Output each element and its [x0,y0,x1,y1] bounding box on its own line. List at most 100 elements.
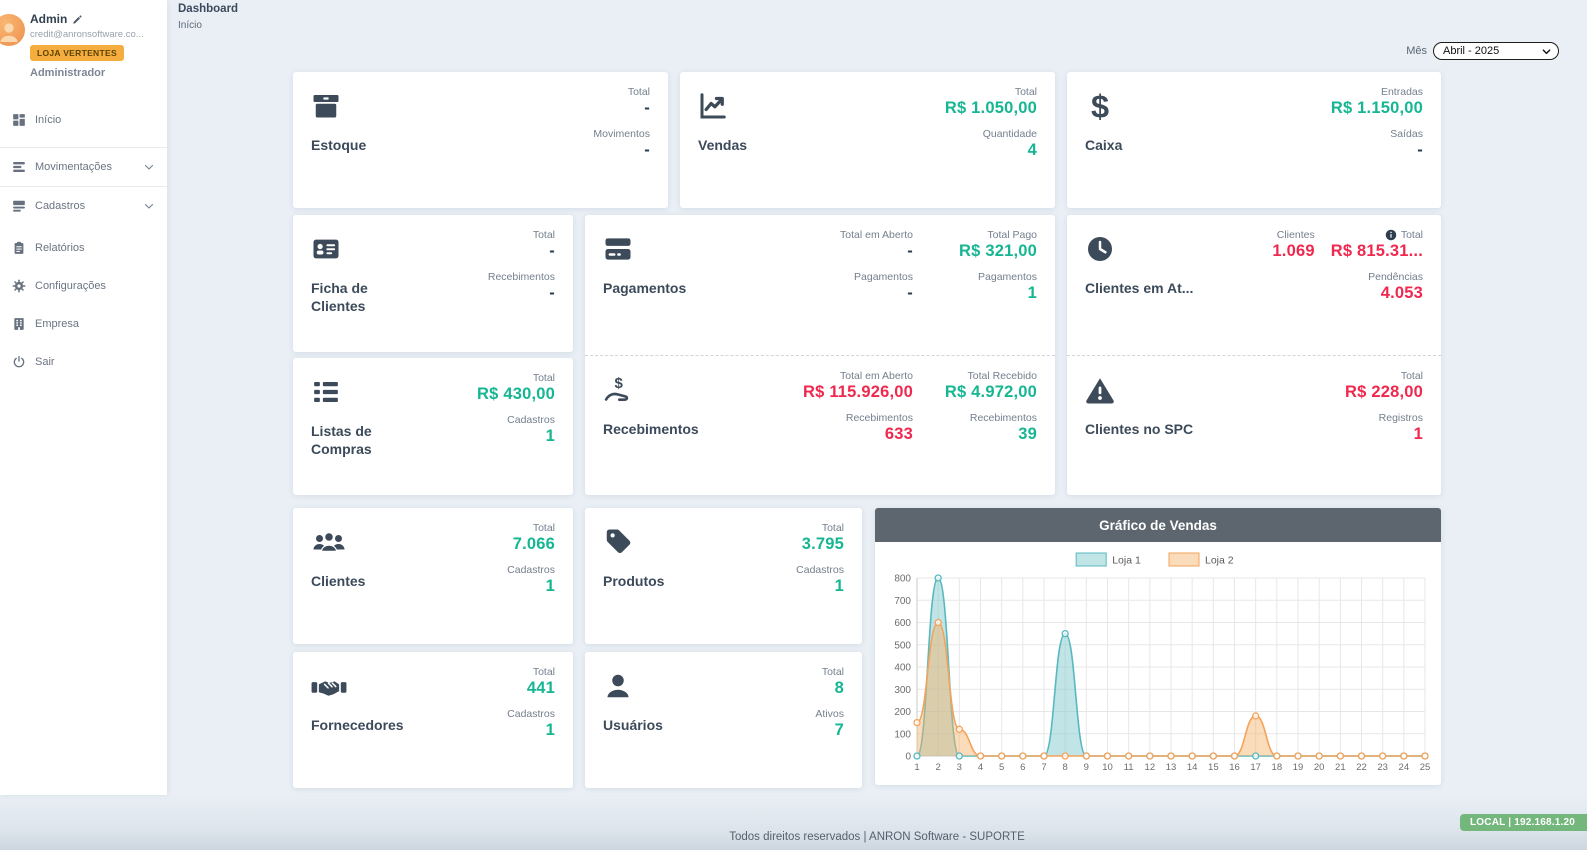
user-icon [0,19,21,45]
stat: Quantidade4 [983,128,1037,160]
sales-chart: 0100200300400500600700800123456789101112… [883,548,1433,785]
svg-text:2: 2 [936,762,941,773]
stat: TotalR$ 430,00 [477,372,555,404]
svg-text:Loja 1: Loja 1 [1112,555,1141,567]
pencil-icon[interactable] [72,14,83,25]
sidebar-group: Movimentações Cadastros [0,147,167,225]
info-icon[interactable] [1385,229,1397,241]
svg-text:800: 800 [894,574,911,585]
card-title: Listas de Compras [311,422,381,458]
sidebar-item-movimentacoes[interactable]: Movimentações [0,148,167,187]
card-title: Pagamentos [603,279,686,297]
section-recebimentos: $ Recebimentos Total em AbertoR$ 115.926… [585,355,1055,495]
user-name: Admin [30,12,159,26]
stat: Registros1 [1379,412,1423,444]
credit-card-icon [603,234,633,264]
card-title: Fornecedores [311,716,404,734]
stat: Recebimentos633 [846,412,913,444]
page-title: Dashboard [178,3,238,15]
card-title: Estoque [311,136,366,154]
stat: Cadastros1 [507,414,555,446]
stat: Total RecebidoR$ 4.972,00 [945,370,1037,402]
stat: Total8 [822,666,844,698]
sidebar-item-empresa[interactable]: Empresa [0,305,167,343]
card-vendas: Vendas TotalR$ 1.050,00 Quantidade4 [680,72,1055,208]
section-pagamentos: Pagamentos Total em Aberto- Pagamentos- … [585,215,1055,355]
stat: Saídas- [1390,128,1423,160]
card-title: Recebimentos [603,420,699,438]
svg-text:20: 20 [1314,762,1325,773]
card-title: Clientes [311,572,365,590]
svg-text:19: 19 [1293,762,1304,773]
svg-text:700: 700 [894,596,911,607]
stat: Recebimentos39 [970,412,1037,444]
sidebar-item-relatorios[interactable]: Relatórios [0,229,167,267]
list-icon [311,377,341,407]
svg-text:4: 4 [978,762,983,773]
svg-text:18: 18 [1272,762,1283,773]
svg-text:400: 400 [894,663,911,674]
svg-text:14: 14 [1187,762,1198,773]
clipboard-icon [12,241,26,255]
svg-text:16: 16 [1229,762,1240,773]
building-icon [12,317,26,331]
stat: Total3.795 [802,522,844,554]
stat: TotalR$ 1.050,00 [945,86,1037,118]
stat: Ativos7 [815,708,844,740]
card-title: Ficha de Clientes [311,279,381,315]
svg-text:5: 5 [999,762,1004,773]
stat: Total7.066 [513,522,555,554]
dollar-icon: $ [1085,91,1115,121]
svg-text:6: 6 [1020,762,1025,773]
section-clientes-atraso: Clientes em At... Clientes1.069 Total R$… [1067,215,1441,355]
stat: Pagamentos- [854,271,913,303]
card-title: Caixa [1085,136,1122,154]
svg-text:12: 12 [1145,762,1156,773]
chevron-down-icon [143,161,155,173]
card-title: Produtos [603,572,664,590]
sidebar-item-sair[interactable]: Sair [0,343,167,381]
handshake-icon [311,671,347,701]
svg-text:600: 600 [894,618,911,629]
svg-text:22: 22 [1356,762,1367,773]
svg-text:21: 21 [1335,762,1346,773]
month-select[interactable]: Abril - 2025 [1433,42,1559,60]
stat: Recebimentos- [488,271,555,303]
user-profile: Admin credit@anronsoftware.co... LOJA VE… [0,0,167,83]
stream-icon [12,160,26,174]
sidebar: Admin credit@anronsoftware.co... LOJA VE… [0,0,167,795]
sidebar-menu: Início Movimentações Cadastros Relatório… [0,101,167,381]
stat: Clientes1.069 [1272,229,1314,261]
users-icon [311,527,347,557]
stat: Total- [533,229,555,261]
svg-text:23: 23 [1377,762,1388,773]
sidebar-item-configuracoes[interactable]: Configurações [0,267,167,305]
stat: Total em AbertoR$ 115.926,00 [803,370,913,402]
stat: Cadastros1 [507,708,555,740]
chart-title: Gráfico de Vendas [875,508,1441,542]
svg-text:25: 25 [1420,762,1431,773]
stat: Pendências4.053 [1368,271,1423,303]
sidebar-item-cadastros[interactable]: Cadastros [0,187,167,225]
svg-text:200: 200 [894,707,911,718]
stat: Total R$ 815.31... [1331,229,1423,261]
svg-text:500: 500 [894,640,911,651]
stat: Cadastros1 [507,564,555,596]
clock-icon [1085,234,1115,264]
sidebar-item-inicio[interactable]: Início [0,101,167,139]
card-usuarios: Usuários Total8 Ativos7 [585,652,862,788]
svg-text:3: 3 [957,762,962,773]
chart-line-icon [698,91,728,121]
stat: Cadastros1 [796,564,844,596]
svg-text:$: $ [1091,91,1109,121]
footer-copyright: Todos direitos reservados | ANRON Softwa… [167,831,1587,843]
tag-icon [603,527,633,557]
svg-text:11: 11 [1124,762,1134,773]
avatar[interactable] [0,14,25,46]
month-label: Mês [1406,45,1427,57]
card-estoque: Estoque Total- Movimentos- [293,72,668,208]
power-icon [12,355,26,369]
stat: TotalR$ 228,00 [1345,370,1423,402]
stat: Total441 [527,666,555,698]
card-title: Vendas [698,136,747,154]
